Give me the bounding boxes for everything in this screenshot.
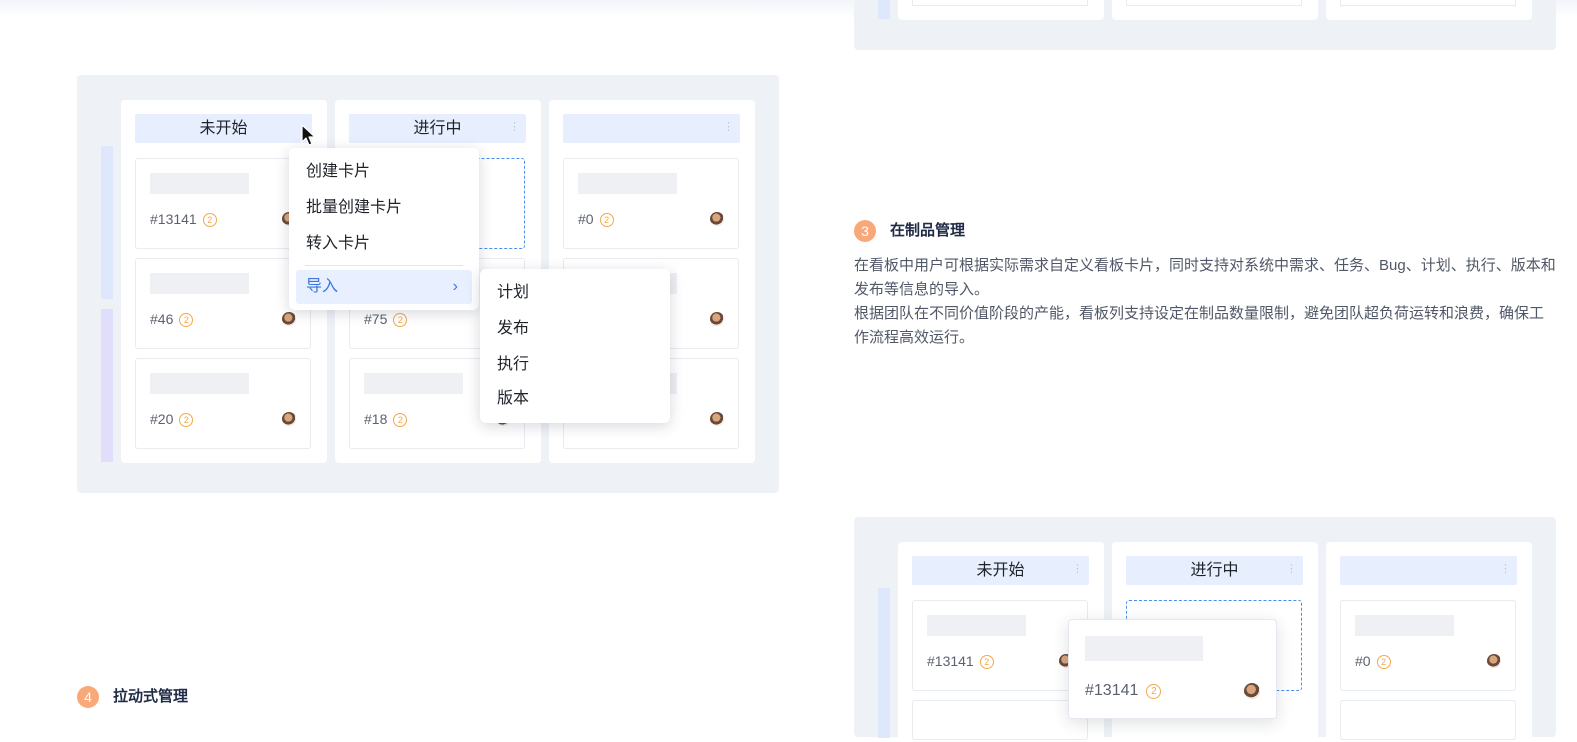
avatar	[710, 412, 724, 426]
card-title-placeholder	[150, 173, 249, 194]
column-title: 进行中	[413, 120, 462, 137]
swimlane-marker	[878, 588, 890, 738]
column-header[interactable]: 未开始	[135, 114, 312, 143]
paragraph: 在看板中用户可根据实际需求自定义看板卡片，同时支持对系统中需求、任务、Bug、计…	[854, 257, 1556, 298]
card-id: #20 2	[150, 411, 194, 427]
menu-item-create-card[interactable]: 创建卡片	[296, 155, 472, 189]
column-menu-icon[interactable]: ⋮	[1072, 556, 1083, 583]
card-title-placeholder	[578, 173, 677, 194]
submenu-item-build[interactable]: 版本	[487, 382, 663, 416]
dragging-card[interactable]: #13141 2	[1068, 619, 1277, 719]
section-title: 拉动式管理	[113, 688, 189, 705]
card-title-placeholder	[364, 373, 463, 394]
swimlane-marker	[101, 146, 113, 299]
card-id: #13141 2	[150, 211, 217, 227]
card-id: #0 2	[1355, 653, 1391, 669]
kanban-card[interactable]: #46 2	[135, 258, 311, 349]
card-id: #13141 2	[927, 653, 994, 669]
kanban-column	[1112, 0, 1318, 20]
priority-badge: 2	[202, 213, 217, 227]
menu-item-label: 导入	[306, 278, 339, 295]
priority-badge: 2	[179, 313, 194, 327]
kanban-column	[1326, 0, 1532, 20]
section-3-heading: 3 在制品管理	[854, 219, 1354, 243]
kanban-card[interactable]: #0 2	[563, 158, 739, 249]
swimlane-marker	[101, 309, 113, 462]
card-id: #0 2	[578, 211, 614, 227]
card-title-placeholder	[927, 615, 1026, 636]
priority-badge: 2	[599, 213, 614, 227]
avatar	[282, 412, 296, 426]
column-menu-icon[interactable]: ⋮	[1286, 556, 1297, 583]
paragraph: 根据团队在不同价值阶段的产能，看板列支持设定在制品数量限制，避免团队超负荷运转和…	[854, 305, 1545, 346]
avatar	[710, 212, 724, 226]
card-id: #46 2	[150, 311, 194, 327]
kanban-card[interactable]: #20 2	[135, 358, 311, 449]
submenu-item-plan[interactable]: 计划	[487, 276, 663, 310]
avatar	[1244, 683, 1260, 699]
submenu-item-release[interactable]: 发布	[487, 312, 663, 346]
menu-item-transfer-card[interactable]: 转入卡片	[296, 227, 472, 261]
kanban-card[interactable]	[912, 700, 1088, 740]
column-menu-icon[interactable]: ⋮	[723, 114, 734, 141]
import-submenu: 计划 发布 执行 版本	[480, 269, 670, 423]
column-title: 未开始	[976, 562, 1025, 579]
kanban-column	[898, 0, 1104, 20]
section-title: 在制品管理	[890, 222, 966, 239]
card-title-placeholder	[1085, 636, 1203, 661]
submenu-item-execution[interactable]: 执行	[487, 348, 663, 382]
swimlane-marker	[878, 0, 890, 19]
column-header[interactable]: 进行中 ⋮	[1126, 556, 1303, 585]
column-context-menu: 创建卡片 批量创建卡片 转入卡片 导入 ›	[289, 148, 479, 310]
priority-badge: 2	[1146, 684, 1162, 699]
column-title: 未开始	[199, 120, 248, 137]
column-header[interactable]: ⋮	[1340, 556, 1517, 585]
column-title: 进行中	[1190, 562, 1239, 579]
card-title-placeholder	[150, 373, 249, 394]
column-header[interactable]: 进行中 ⋮	[349, 114, 526, 143]
avatar	[1487, 654, 1501, 668]
kanban-card[interactable]: #13141 2	[135, 158, 311, 249]
step-number-badge: 3	[854, 220, 876, 243]
kanban-column-3: ⋮ #0 2	[1326, 542, 1532, 742]
card-id: #18 2	[364, 411, 408, 427]
kanban-card[interactable]	[1340, 700, 1516, 740]
priority-badge: 2	[393, 313, 408, 327]
kanban-card[interactable]: #0 2	[1340, 600, 1516, 691]
chevron-right-icon: ›	[452, 278, 458, 295]
card-id: #13141 2	[1085, 682, 1162, 700]
card-id: #75 2	[364, 311, 408, 327]
priority-badge: 2	[179, 413, 194, 427]
mouse-cursor-icon	[301, 124, 316, 146]
column-menu-icon[interactable]: ⋮	[1500, 556, 1511, 583]
section-3-description: 在看板中用户可根据实际需求自定义看板卡片，同时支持对系统中需求、任务、Bug、计…	[854, 254, 1556, 350]
priority-badge: 2	[1376, 655, 1391, 669]
card-title-placeholder	[150, 273, 249, 294]
kanban-card[interactable]: #13141 2	[912, 600, 1088, 691]
column-header[interactable]: 未开始 ⋮	[912, 556, 1089, 585]
menu-item-import[interactable]: 导入 ›	[296, 270, 472, 304]
column-header[interactable]: ⋮	[563, 114, 740, 143]
priority-badge: 2	[393, 413, 408, 427]
card-title-placeholder	[1355, 615, 1454, 636]
menu-divider	[305, 265, 463, 266]
avatar	[710, 312, 724, 326]
menu-item-batch-create[interactable]: 批量创建卡片	[296, 191, 472, 225]
column-menu-icon[interactable]: ⋮	[509, 114, 520, 141]
section-4-heading: 4 拉动式管理	[77, 685, 577, 709]
priority-badge: 2	[979, 655, 994, 669]
avatar	[282, 312, 296, 326]
step-number-badge: 4	[77, 686, 99, 709]
kanban-board-top-preview	[854, 0, 1556, 50]
